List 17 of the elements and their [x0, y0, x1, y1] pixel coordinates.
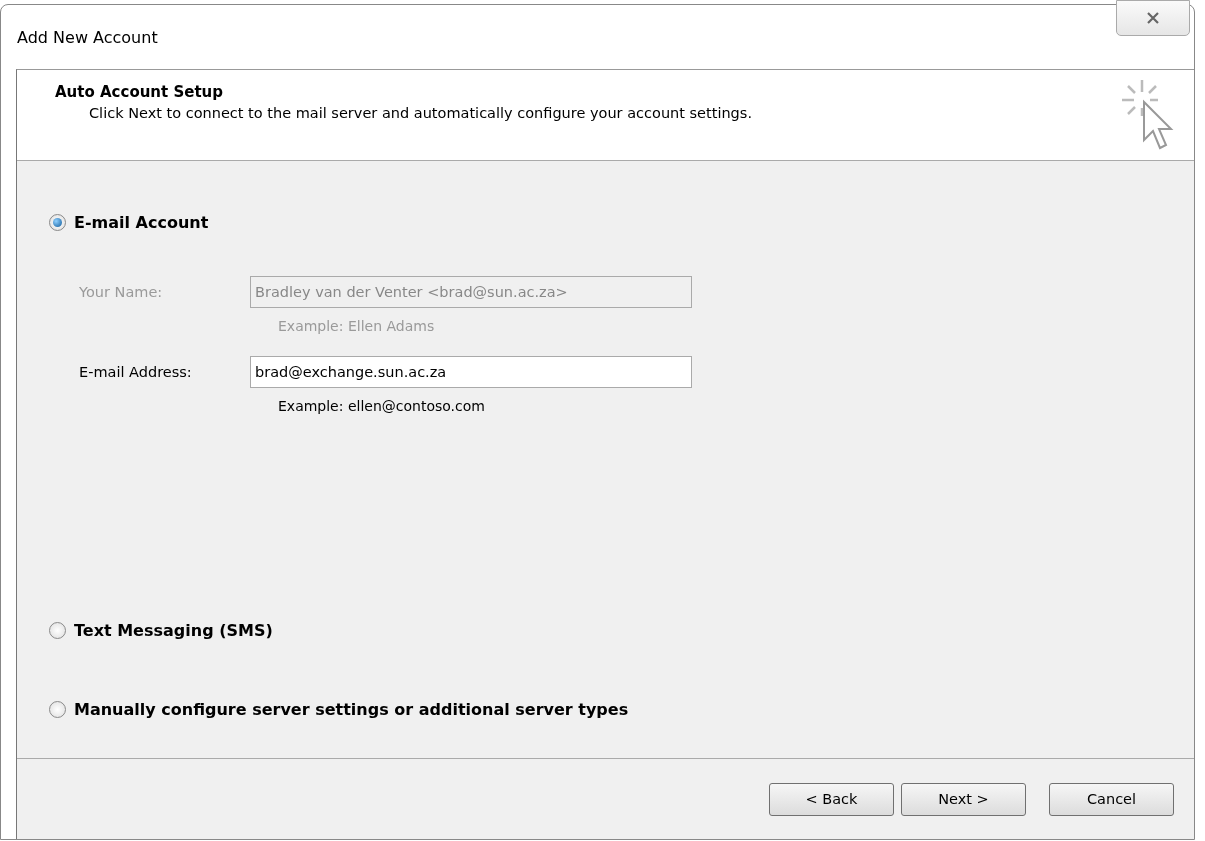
cursor-sparkle-icon [1120, 78, 1174, 152]
radio-option[interactable]: Text Messaging (SMS) [49, 621, 273, 640]
dialog-button[interactable]: < Back [769, 782, 894, 816]
field-label: Your Name: [79, 284, 164, 300]
header-title: Auto Account Setup [55, 83, 224, 101]
window-title: Add New Account [17, 27, 158, 47]
radio-option[interactable]: E-mail Account [49, 213, 209, 232]
example-hint: Example: Ellen Adams [277, 318, 436, 334]
dialog-button[interactable]: Next > [901, 782, 1026, 816]
field-label: E-mail Address: [79, 364, 193, 380]
input-field[interactable]: brad@exchange.sun.ac.za [250, 356, 692, 388]
close-icon [1146, 12, 1160, 24]
dialog-button[interactable]: Cancel [1049, 782, 1174, 816]
header-subtitle: Click Next to connect to the mail server and automatically configure your account settings. [88, 105, 752, 121]
radio-option[interactable]: Manually configure server settings or additional server types [49, 700, 629, 719]
close-button[interactable] [1116, 0, 1190, 36]
example-hint: Example: ellen@contoso.com [277, 398, 486, 414]
